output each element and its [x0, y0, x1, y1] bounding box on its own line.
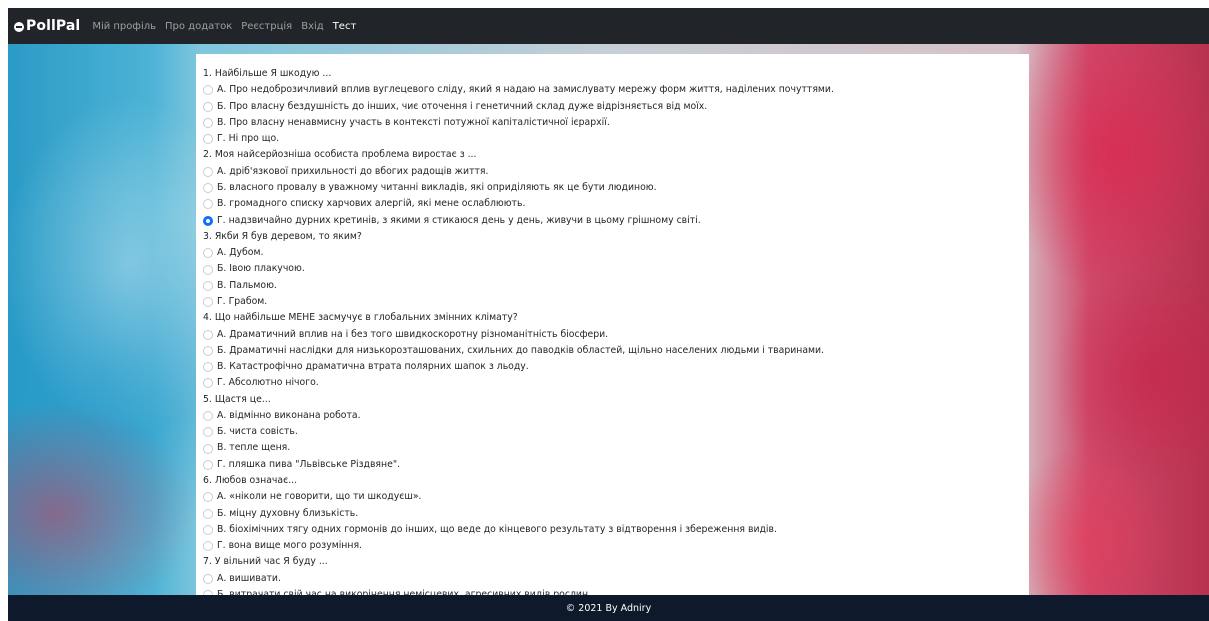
- answer-label: В. тепле щеня.: [217, 442, 291, 454]
- radio-button[interactable]: [203, 101, 213, 112]
- radio-button[interactable]: [203, 134, 213, 145]
- top-navbar: PollPal Мій профіль Про додаток Реєстрція В…: [8, 8, 1209, 44]
- answer-label: А. відмінно виконана робота.: [217, 409, 361, 421]
- answer-label: Б. Про власну бездушність до інших, чиє …: [217, 100, 708, 112]
- radio-button[interactable]: [203, 525, 213, 536]
- radio-button[interactable]: [203, 117, 213, 128]
- answer-label: А. вишивати.: [217, 572, 281, 584]
- answer-option[interactable]: Г. Ні про що.: [203, 131, 1029, 147]
- copyright-text: © 2021 By Adniry: [565, 602, 652, 614]
- radio-button[interactable]: [203, 183, 213, 194]
- radio-button[interactable]: [203, 248, 213, 259]
- app-frame: PollPal Мій профіль Про додаток Реєстрція В…: [8, 8, 1209, 621]
- radio-button[interactable]: [203, 443, 213, 454]
- question-text: 7. У вільний час Я буду ...: [203, 556, 328, 568]
- nav-links: Мій профіль Про додаток Реєстрція Вхід Тест: [92, 21, 365, 32]
- radio-button[interactable]: [203, 199, 213, 210]
- radio-button[interactable]: [203, 85, 213, 96]
- nav-link-2[interactable]: Про додаток: [165, 21, 232, 32]
- answer-option[interactable]: Г. Грабом.: [203, 294, 1029, 310]
- brand-logo[interactable]: PollPal: [14, 18, 80, 34]
- question-text: 3. Якби Я був деревом, то яким?: [203, 230, 362, 242]
- answer-option[interactable]: Б. Івою плакучою.: [203, 261, 1029, 277]
- answer-option[interactable]: А. Дубом.: [203, 245, 1029, 261]
- radio-button[interactable]: [203, 427, 213, 438]
- question-text: 4. Що найбільше МЕНЕ засмучує в глобальн…: [203, 312, 518, 324]
- answer-option[interactable]: Г. надзвичайно дурних кретинів, з якими …: [203, 213, 1029, 229]
- radio-button[interactable]: [203, 378, 213, 389]
- poll-icon: [14, 22, 24, 32]
- radio-button[interactable]: [203, 459, 213, 470]
- question-text: 1. Найбільше Я шкодую ...: [203, 68, 332, 79]
- answer-option[interactable]: А. Про недоброзичливий вплив вуглецевого…: [203, 82, 1029, 98]
- answer-option[interactable]: В. біохімічних тягу одних гормонів до ін…: [203, 522, 1029, 538]
- answer-label: А. Про недоброзичливий вплив вуглецевого…: [217, 84, 834, 96]
- question-text: 5. Щастя це...: [203, 393, 271, 405]
- answer-option[interactable]: Б. Драматичні наслідки для низькорозташо…: [203, 343, 1029, 359]
- radio-button[interactable]: [203, 508, 213, 519]
- nav-link-1[interactable]: Мій профіль: [92, 21, 156, 32]
- radio-button[interactable]: [203, 573, 213, 584]
- answer-label: Г. Ні про що.: [217, 133, 280, 145]
- answer-option[interactable]: А. дріб'язкової прихильності до вбогих р…: [203, 164, 1029, 180]
- answer-option[interactable]: В. Катастрофічно драматична втрата поляр…: [203, 359, 1029, 375]
- answer-label: Б. Івою плакучою.: [217, 263, 305, 275]
- answer-label: Г. пляшка пива "Львівське Різдвяне".: [217, 458, 401, 470]
- nav-link-4[interactable]: Вхід: [301, 21, 323, 32]
- radio-button[interactable]: [203, 362, 213, 373]
- radio-button[interactable]: [203, 492, 213, 503]
- answer-label: В. біохімічних тягу одних гормонів до ін…: [217, 523, 777, 535]
- radio-button[interactable]: [203, 297, 213, 308]
- answer-label: Б. чиста совість.: [217, 426, 298, 438]
- answer-label: В. громадного списку харчових алергій, я…: [217, 198, 526, 210]
- answer-option[interactable]: В. громадного списку харчових алергій, я…: [203, 196, 1029, 212]
- answer-label: Г. Грабом.: [217, 295, 268, 307]
- answer-option[interactable]: Г. пляшка пива "Львівське Різдвяне".: [203, 457, 1029, 473]
- answer-option[interactable]: В. Про власну ненавмисну участь в контек…: [203, 115, 1029, 131]
- quiz-panel: 1. Найбільше Я шкодую ... А. Про недоброз…: [196, 54, 1029, 602]
- radio-button[interactable]: [203, 215, 213, 226]
- answer-label: А. дріб'язкової прихильності до вбогих р…: [217, 165, 489, 177]
- answer-option[interactable]: А. Драматичний вплив на і без того швидк…: [203, 327, 1029, 343]
- question-text: 6. Любов означає...: [203, 475, 298, 487]
- answer-option[interactable]: В. тепле щеня.: [203, 440, 1029, 456]
- nav-link-3[interactable]: Реєстрція: [241, 21, 292, 32]
- page-footer: © 2021 By Adniry: [8, 595, 1209, 621]
- radio-button[interactable]: [203, 280, 213, 291]
- answer-label: Г. надзвичайно дурних кретинів, з якими …: [217, 214, 701, 226]
- answer-label: Б. Драматичні наслідки для низькорозташо…: [217, 344, 825, 356]
- answer-option[interactable]: Б. чиста совість.: [203, 424, 1029, 440]
- radio-button[interactable]: [203, 264, 213, 275]
- answer-option[interactable]: Г. Абсолютно нічого.: [203, 375, 1029, 391]
- answer-label: В. Пальмою.: [217, 279, 277, 291]
- answer-option[interactable]: В. Пальмою.: [203, 278, 1029, 294]
- radio-button[interactable]: [203, 329, 213, 340]
- answer-label: Г. Абсолютно нічого.: [217, 377, 319, 389]
- quiz-form: 1. Найбільше Я шкодую ... А. Про недоброз…: [196, 54, 1029, 602]
- answer-label: А. «ніколи не говорити, що ти шкодуєш».: [217, 491, 422, 503]
- answer-label: Г. вона вище мого розуміння.: [217, 540, 362, 552]
- answer-option[interactable]: А. вишивати.: [203, 571, 1029, 587]
- answer-option[interactable]: А. відмінно виконана робота.: [203, 408, 1029, 424]
- answer-label: Б. власного провалу в уважному читанні в…: [217, 181, 657, 193]
- answer-option[interactable]: Б. власного провалу в уважному читанні в…: [203, 180, 1029, 196]
- answer-label: В. Про власну ненавмисну участь в контек…: [217, 116, 610, 128]
- question-text: 2. Моя найсерйозніша особиста проблема в…: [203, 149, 477, 161]
- answer-option[interactable]: Г. вона вище мого розуміння.: [203, 538, 1029, 554]
- answer-option[interactable]: Б. Про власну бездушність до інших, чиє …: [203, 99, 1029, 115]
- radio-button[interactable]: [203, 345, 213, 356]
- answer-option[interactable]: А. «ніколи не говорити, що ти шкодуєш».: [203, 489, 1029, 505]
- radio-button[interactable]: [203, 541, 213, 552]
- nav-link-5[interactable]: Тест: [333, 21, 357, 32]
- radio-button[interactable]: [203, 166, 213, 177]
- answer-label: А. Дубом.: [217, 247, 264, 259]
- brand-name: PollPal: [26, 18, 81, 34]
- radio-button[interactable]: [203, 411, 213, 422]
- answer-option[interactable]: Б. міцну духовну близькість.: [203, 506, 1029, 522]
- answer-label: В. Катастрофічно драматична втрата поляр…: [217, 361, 529, 373]
- answer-label: А. Драматичний вплив на і без того швидк…: [217, 328, 609, 340]
- answer-label: Б. міцну духовну близькість.: [217, 507, 359, 519]
